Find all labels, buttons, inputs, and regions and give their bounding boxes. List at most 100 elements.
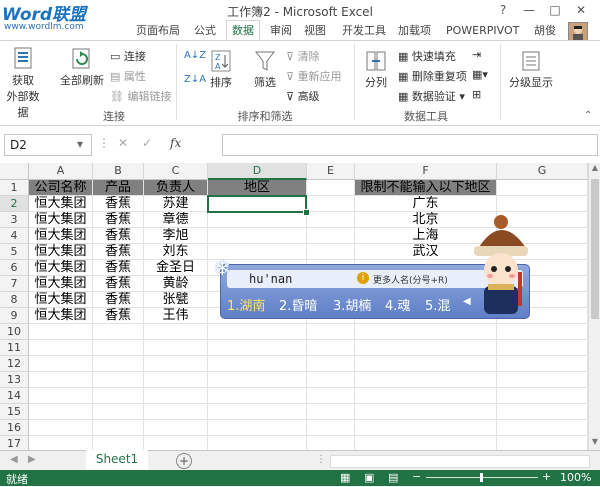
row-header-14[interactable]: 14 <box>0 388 29 404</box>
horizontal-scrollbar[interactable] <box>330 455 590 468</box>
row-header-11[interactable]: 11 <box>0 340 29 356</box>
cell-c6[interactable]: 金圣日 <box>144 260 207 275</box>
cell-b5[interactable]: 香蕉 <box>93 244 143 259</box>
zoom-in-icon[interactable]: + <box>542 470 551 483</box>
advanced-filter-button[interactable]: ⊽ 高级 <box>286 88 320 104</box>
ime-candidate-5[interactable]: 5.混 <box>425 295 450 314</box>
sheet-next-icon[interactable]: ▶ <box>28 454 36 465</box>
add-sheet-button[interactable]: + <box>176 453 192 469</box>
ime-candidate-2[interactable]: 2.昏暗 <box>279 295 317 314</box>
cell-b7[interactable]: 香蕉 <box>93 276 143 291</box>
tab-powerpivot[interactable]: POWERPIVOT <box>446 22 519 39</box>
user-name[interactable]: 胡俊 <box>534 22 556 39</box>
filter-button[interactable]: 筛选 <box>248 48 282 90</box>
tab-view[interactable]: 视图 <box>304 22 326 39</box>
page-layout-view-icon[interactable]: ▣ <box>364 471 374 484</box>
column-header-b[interactable]: B <box>93 163 144 180</box>
cell-c4[interactable]: 李旭 <box>144 228 207 243</box>
scroll-down-icon[interactable]: ▼ <box>589 437 600 449</box>
row-header-12[interactable]: 12 <box>0 356 29 372</box>
sheet-tab-sheet1[interactable]: Sheet1 <box>86 450 148 472</box>
row-header-4[interactable]: 4 <box>0 228 29 244</box>
flash-fill-button[interactable]: ▦ 快速填充 <box>398 48 456 64</box>
cell-b6[interactable]: 香蕉 <box>93 260 143 275</box>
row-header-15[interactable]: 15 <box>0 404 29 420</box>
tab-review[interactable]: 审阅 <box>270 22 292 39</box>
remove-duplicates-button[interactable]: ▦ 删除重复项 <box>398 68 467 84</box>
minimize-button[interactable]: — <box>516 2 542 18</box>
cell-a2[interactable]: 恒大集团 <box>29 196 92 211</box>
row-header-10[interactable]: 10 <box>0 324 29 340</box>
column-header-d[interactable]: D <box>208 163 307 180</box>
avatar[interactable] <box>568 22 588 42</box>
scroll-up-icon[interactable]: ▲ <box>589 163 600 175</box>
properties-button[interactable]: ▤ 属性 <box>110 68 146 84</box>
tab-developer[interactable]: 开发工具 <box>342 22 386 39</box>
cancel-icon[interactable]: ✕ <box>118 136 128 150</box>
get-external-data-button[interactable]: 获取 外部数据 <box>2 46 44 120</box>
column-header-a[interactable]: A <box>29 163 93 180</box>
cell-a7[interactable]: 恒大集团 <box>29 276 92 291</box>
help-button[interactable]: ? <box>490 2 516 18</box>
ime-candidate-3[interactable]: 3.胡楠 <box>333 295 371 314</box>
cell-a4[interactable]: 恒大集团 <box>29 228 92 243</box>
connections-button[interactable]: ▭ 连接 <box>110 48 146 64</box>
cell-a1[interactable]: 公司名称 <box>29 180 92 195</box>
cell-b9[interactable]: 香蕉 <box>93 308 143 323</box>
row-header-9[interactable]: 9 <box>0 308 29 324</box>
sheet-prev-icon[interactable]: ◀ <box>10 454 18 465</box>
cell-c9[interactable]: 王伟 <box>144 308 207 323</box>
cell-a3[interactable]: 恒大集团 <box>29 212 92 227</box>
maximize-button[interactable]: □ <box>542 2 568 18</box>
cell-b1[interactable]: 产品 <box>93 180 143 195</box>
outline-button[interactable]: 分级显示 <box>506 48 556 90</box>
cell-b8[interactable]: 香蕉 <box>93 292 143 307</box>
tab-formulas[interactable]: 公式 <box>194 22 216 39</box>
cell-b2[interactable]: 香蕉 <box>93 196 143 211</box>
ime-candidate-1[interactable]: 1.湖南 <box>227 295 265 314</box>
data-validation-button[interactable]: ▦ 数据验证 ▾ <box>398 88 465 104</box>
clear-filter-button[interactable]: ⊽ 清除 <box>286 48 320 64</box>
row-header-5[interactable]: 5 <box>0 244 29 260</box>
column-header-g[interactable]: G <box>497 163 588 180</box>
enter-icon[interactable]: ✓ <box>142 136 152 150</box>
close-button[interactable]: ✕ <box>568 2 594 18</box>
cell-c5[interactable]: 刘东 <box>144 244 207 259</box>
formula-input[interactable] <box>222 134 598 156</box>
cell-a6[interactable]: 恒大集团 <box>29 260 92 275</box>
normal-view-icon[interactable]: ▦ <box>340 471 350 484</box>
row-header-2[interactable]: 2 <box>0 196 29 212</box>
select-all-button[interactable] <box>0 163 29 180</box>
collapse-ribbon-icon[interactable]: ⌃ <box>584 110 592 121</box>
sort-button[interactable]: ZA 排序 <box>206 48 236 90</box>
row-header-7[interactable]: 7 <box>0 276 29 292</box>
cell-f1[interactable]: 限制不能输入以下地区 <box>355 180 496 195</box>
refresh-all-button[interactable]: 全部刷新 <box>58 46 106 88</box>
cell-a8[interactable]: 恒大集团 <box>29 292 92 307</box>
row-header-13[interactable]: 13 <box>0 372 29 388</box>
row-header-8[interactable]: 8 <box>0 292 29 308</box>
insert-function-icon[interactable]: fx <box>170 136 181 150</box>
row-header-1[interactable]: 1 <box>0 180 29 196</box>
column-header-e[interactable]: E <box>307 163 355 180</box>
cell-f2[interactable]: 广东 <box>355 196 496 211</box>
name-box[interactable]: D2 ▾ <box>4 134 92 156</box>
cell-b3[interactable]: 香蕉 <box>93 212 143 227</box>
zoom-level[interactable]: 100% <box>560 471 591 484</box>
scrollbar-thumb[interactable] <box>591 179 599 319</box>
ime-candidate-4[interactable]: 4.魂 <box>385 295 410 314</box>
row-header-3[interactable]: 3 <box>0 212 29 228</box>
zoom-slider-thumb[interactable] <box>480 473 483 482</box>
row-header-6[interactable]: 6 <box>0 260 29 276</box>
row-header-16[interactable]: 16 <box>0 420 29 436</box>
column-header-c[interactable]: C <box>144 163 208 180</box>
cell-c3[interactable]: 章德 <box>144 212 207 227</box>
cell-a9[interactable]: 恒大集团 <box>29 308 92 323</box>
text-to-columns-button[interactable]: 分列 <box>360 48 392 90</box>
sort-za-button[interactable]: Z↓A <box>184 74 206 85</box>
tab-page-layout[interactable]: 页面布局 <box>136 22 180 39</box>
cell-c7[interactable]: 黄龄 <box>144 276 207 291</box>
cell-c8[interactable]: 张甓 <box>144 292 207 307</box>
whatif-button[interactable]: ▦▾ <box>472 68 488 81</box>
consolidate-button[interactable]: ⇥ <box>472 48 481 61</box>
